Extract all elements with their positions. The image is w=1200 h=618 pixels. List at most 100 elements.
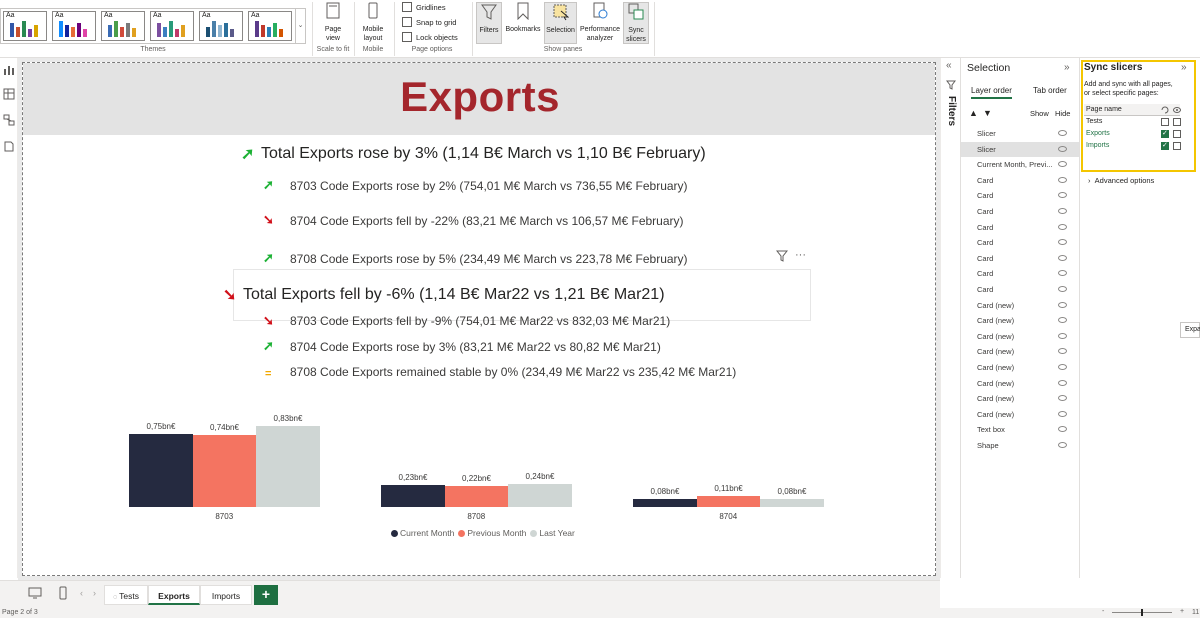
tab-layer-order[interactable]: Layer order [971,86,1012,99]
phone-icon[interactable] [58,586,68,600]
hide-all-button[interactable]: Hide [1055,109,1070,118]
tab-exports[interactable]: Exports [148,585,200,605]
mobile-layout-button[interactable]: Mobile layout [358,2,388,43]
selection-item-label: Text box [977,425,1005,435]
tab-tab-order[interactable]: Tab order [1033,86,1067,95]
theme-thumb[interactable]: Aa [101,11,145,41]
selection-pane-button[interactable]: Selection [544,2,577,44]
selection-list-item[interactable]: Card (new) [961,360,1079,375]
tab-imports[interactable]: Imports [200,585,252,605]
selection-list-item[interactable]: Card (new) [961,298,1079,313]
theme-thumb[interactable]: Aa [248,11,292,41]
selection-list-item[interactable]: Current Month, Previ... [961,157,1079,172]
visibility-eye-icon[interactable] [1058,145,1067,152]
bar-8708-1[interactable] [444,485,508,507]
visibility-eye-icon[interactable] [1058,286,1067,292]
visibility-eye-icon[interactable] [1058,410,1067,417]
previous-page-icon[interactable]: ‹ [80,588,83,598]
selection-list-item[interactable]: Card [961,235,1079,250]
themes-gallery[interactable]: Aa Aa Aa Aa Aa Aa ⌄ [0,8,306,44]
desktop-icon[interactable] [28,587,42,599]
visibility-eye-icon[interactable] [1058,442,1067,448]
snap-to-grid-checkbox[interactable]: Snap to grid [402,17,456,27]
selection-list-item[interactable]: Card (new) [961,313,1079,328]
dax-query-icon[interactable] [3,140,15,152]
tab-tests[interactable]: ◌ Tests [104,585,148,605]
selection-list-item[interactable]: Slicer [961,126,1079,141]
theme-thumb[interactable]: Aa [199,11,243,41]
chevron-down-icon[interactable]: ⌄ [295,9,305,43]
model-view-icon[interactable] [3,114,15,126]
zoom-in-button[interactable]: + [1180,608,1184,615]
page-view-button[interactable]: Page view [317,2,349,43]
visibility-eye-icon[interactable] [1058,223,1067,230]
selection-list-item[interactable]: Card [961,282,1079,297]
visibility-eye-icon[interactable] [1058,426,1067,433]
visibility-eye-icon[interactable] [1058,208,1067,214]
performance-analyzer-button[interactable]: Performance analyzer [579,2,621,43]
visibility-eye-icon[interactable] [1058,176,1067,183]
selection-list-item[interactable]: Card [961,204,1079,219]
theme-thumb[interactable]: Aa [150,11,194,41]
more-options-icon[interactable]: ··· [795,249,806,261]
visibility-eye-icon[interactable] [1058,192,1067,199]
visibility-eye-icon[interactable] [1058,332,1067,339]
collapse-icon[interactable]: » [1181,62,1187,73]
arrow-down-icon: ➘ [263,313,274,328]
visibility-eye-icon[interactable] [1058,317,1067,324]
bar-8703-0[interactable] [129,433,193,507]
selection-list-item[interactable]: Card [961,266,1079,281]
selection-list-item[interactable]: Card (new) [961,391,1079,406]
gridlines-checkbox[interactable]: Gridlines [402,2,446,12]
zoom-out-button[interactable]: - [1102,608,1104,615]
bookmarks-pane-button[interactable]: Bookmarks [504,2,542,34]
filters-pane[interactable]: « Filters [940,58,960,578]
selection-list-item[interactable]: Card (new) [961,376,1079,391]
bar-8704-2[interactable] [760,499,824,507]
selection-list-item[interactable]: Card (new) [961,329,1079,344]
selection-list-item[interactable]: Card (new) [961,344,1079,359]
collapse-icon[interactable]: » [1064,62,1070,73]
zoom-slider-thumb[interactable] [1141,609,1143,616]
expand-icon[interactable]: « [946,60,952,71]
add-page-button[interactable]: + [254,585,278,605]
bar-8703-1[interactable] [192,434,256,507]
visibility-eye-icon[interactable] [1058,254,1067,261]
next-page-icon[interactable]: › [93,588,96,598]
selection-list-item[interactable]: Card [961,188,1079,203]
bar-8708-2[interactable] [508,483,572,507]
show-all-button[interactable]: Show [1030,109,1049,118]
lock-objects-checkbox[interactable]: Lock objects [402,32,458,42]
selection-list-item[interactable]: Card [961,173,1079,188]
move-down-icon[interactable]: ▼ [983,108,992,118]
bar-8704-0[interactable] [633,499,697,507]
selection-icon [553,4,569,21]
report-view-icon[interactable] [3,64,15,76]
bar-8703-2[interactable] [256,426,320,507]
visibility-eye-icon[interactable] [1058,270,1067,277]
filter-icon[interactable] [776,250,788,262]
selection-list-item[interactable]: Card [961,251,1079,266]
selection-list-item[interactable]: Card [961,220,1079,235]
selection-list-item[interactable]: Shape [961,438,1079,453]
visibility-eye-icon[interactable] [1058,364,1067,370]
bar-8704-1[interactable] [696,496,760,507]
visibility-eye-icon[interactable] [1058,130,1067,136]
visibility-eye-icon[interactable] [1058,379,1067,386]
filters-pane-button[interactable]: Filters [476,2,502,44]
selection-list-item[interactable]: Card (new) [961,407,1079,422]
visibility-eye-icon[interactable] [1058,348,1067,355]
bar-8708-0[interactable] [381,484,445,507]
theme-thumb[interactable]: Aa [52,11,96,41]
theme-thumb[interactable]: Aa [3,11,47,41]
visibility-eye-icon[interactable] [1058,239,1067,246]
selection-list-item[interactable]: Text box [961,422,1079,437]
table-view-icon[interactable] [3,88,15,100]
visibility-eye-icon[interactable] [1058,161,1067,168]
selection-list-item[interactable]: Slicer [961,141,1079,157]
move-up-icon[interactable]: ▲ [969,108,978,118]
visibility-eye-icon[interactable] [1058,395,1067,402]
advanced-options-toggle[interactable]: › Advanced options [1088,176,1154,185]
sync-slicers-pane-button[interactable]: Sync slicers [623,2,649,44]
visibility-eye-icon[interactable] [1058,301,1067,308]
